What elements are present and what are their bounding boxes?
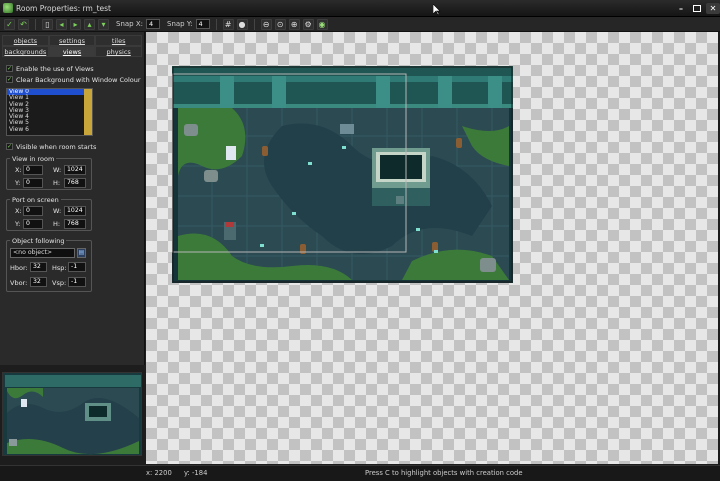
zoom-in-icon[interactable]: ⊕ bbox=[288, 18, 300, 30]
view-x-label: X: bbox=[15, 166, 22, 174]
view-w-input[interactable]: 1024 bbox=[64, 165, 86, 175]
maximize-button[interactable] bbox=[690, 3, 704, 14]
check-icon: ✓ bbox=[6, 143, 13, 150]
enable-views-checkbox[interactable]: ✓ Enable the use of Views bbox=[6, 64, 94, 73]
object-following-title: Object following bbox=[10, 237, 67, 245]
view-y-input[interactable]: 0 bbox=[23, 178, 43, 188]
status-hint: Press C to highlight objects with creati… bbox=[365, 469, 523, 477]
view-y-label: Y: bbox=[15, 179, 21, 187]
vbor-input[interactable]: 32 bbox=[30, 277, 47, 287]
close-button[interactable]: ✕ bbox=[706, 3, 720, 14]
gamemaker-app-icon bbox=[3, 3, 13, 13]
tab-row-top: objects settings tiles bbox=[2, 35, 143, 46]
isometric-icon[interactable]: ● bbox=[236, 18, 248, 30]
grid-icon[interactable]: # bbox=[222, 18, 234, 30]
tab-objects[interactable]: objects bbox=[2, 35, 49, 46]
port-y-input[interactable]: 0 bbox=[23, 219, 43, 229]
vsp-input[interactable]: -1 bbox=[68, 277, 86, 287]
zoom-reset-icon[interactable]: ⊙ bbox=[274, 18, 286, 30]
port-x-input[interactable]: 0 bbox=[23, 206, 43, 216]
hsp-input[interactable]: -1 bbox=[68, 262, 86, 272]
shift-left-icon[interactable]: ◂ bbox=[56, 18, 67, 30]
port-w-input[interactable]: 1024 bbox=[64, 206, 86, 216]
status-x: x: 2200 bbox=[146, 469, 172, 477]
zoom-out-icon[interactable]: ⊖ bbox=[260, 18, 272, 30]
hsp-label: Hsp: bbox=[52, 264, 67, 272]
toolbar: ✓ ↶ ▯ ◂ ▸ ▴ ▾ Snap X: 4 Snap Y: 4 # ● ⊖ … bbox=[0, 17, 720, 32]
title-bar: Room Properties: rm_test – ✕ bbox=[0, 0, 720, 17]
status-bar: x: 2200 y: -184 Press C to highlight obj… bbox=[0, 465, 720, 481]
port-x-label: X: bbox=[15, 207, 22, 215]
port-h-input[interactable]: 768 bbox=[64, 219, 86, 229]
clear-background-label: Clear Background with Window Colour bbox=[16, 75, 141, 84]
port-on-screen-title: Port on screen bbox=[10, 196, 61, 204]
port-w-label: W: bbox=[53, 207, 62, 215]
shift-down-icon[interactable]: ▾ bbox=[98, 18, 109, 30]
view-list[interactable]: View 0 View 1 View 2 View 3 View 4 View … bbox=[6, 88, 93, 136]
room-preview-image bbox=[3, 373, 141, 455]
room-map bbox=[172, 66, 513, 283]
visible-when-room-starts-label: Visible when room starts bbox=[16, 142, 97, 151]
status-y: y: -184 bbox=[184, 469, 208, 477]
port-on-screen-group: Port on screen X: 0 W: 1024 Y: 0 H: 768 bbox=[6, 196, 92, 231]
tab-settings[interactable]: settings bbox=[48, 35, 96, 46]
snap-y-input[interactable]: 4 bbox=[195, 19, 210, 29]
hbor-input[interactable]: 32 bbox=[30, 262, 47, 272]
view-w-label: W: bbox=[53, 166, 62, 174]
port-y-label: Y: bbox=[15, 220, 21, 228]
view-in-room-group: View in room X: 0 W: 1024 Y: 0 H: 768 bbox=[6, 155, 92, 190]
view-list-scrollbar[interactable] bbox=[84, 89, 92, 135]
toolbar-separator bbox=[35, 18, 36, 30]
toolbar-separator bbox=[215, 18, 217, 30]
object-following-select[interactable]: <no object> bbox=[10, 248, 75, 258]
minimize-button[interactable]: – bbox=[674, 3, 688, 14]
window-title: Room Properties: rm_test bbox=[16, 4, 111, 13]
toolbar-separator bbox=[253, 18, 255, 30]
tab-views[interactable]: views bbox=[48, 46, 96, 57]
snap-x-label: Snap X: bbox=[116, 20, 143, 28]
properties-panel: objects settings tiles backgrounds views… bbox=[0, 32, 145, 365]
new-page-icon[interactable]: ▯ bbox=[42, 18, 53, 30]
shift-up-icon[interactable]: ▴ bbox=[84, 18, 95, 30]
enable-views-label: Enable the use of Views bbox=[16, 64, 94, 73]
check-icon: ✓ bbox=[6, 76, 13, 83]
list-item[interactable]: View 6 bbox=[7, 126, 92, 133]
shift-right-icon[interactable]: ▸ bbox=[70, 18, 81, 30]
vsp-label: Vsp: bbox=[52, 279, 67, 287]
vbor-label: Vbor: bbox=[10, 279, 28, 287]
tab-backgrounds[interactable]: backgrounds bbox=[2, 46, 49, 57]
tab-physics[interactable]: physics bbox=[95, 46, 143, 57]
settings-gear-icon[interactable]: ⚙ bbox=[302, 18, 314, 30]
tab-tiles[interactable]: tiles bbox=[95, 35, 143, 46]
gamemaker-ball-icon[interactable]: ◉ bbox=[316, 18, 328, 30]
undo-icon[interactable]: ↶ bbox=[18, 18, 29, 30]
view-h-label: H: bbox=[53, 179, 61, 187]
hbor-label: Hbor: bbox=[10, 264, 28, 272]
clear-background-checkbox[interactable]: ✓ Clear Background with Window Colour bbox=[6, 75, 141, 84]
mouse-cursor-icon bbox=[433, 4, 441, 16]
room-preview-thumbnail[interactable] bbox=[2, 372, 142, 456]
snap-x-input[interactable]: 4 bbox=[146, 19, 160, 29]
room-canvas[interactable] bbox=[146, 32, 718, 464]
visible-when-room-starts-checkbox[interactable]: ✓ Visible when room starts bbox=[6, 142, 96, 151]
view-in-room-title: View in room bbox=[10, 155, 57, 163]
check-icon: ✓ bbox=[6, 65, 13, 72]
snap-y-label: Snap Y: bbox=[167, 20, 193, 28]
view-h-input[interactable]: 768 bbox=[64, 178, 86, 188]
port-h-label: H: bbox=[53, 220, 61, 228]
object-menu-icon[interactable]: ▤ bbox=[77, 248, 86, 258]
tab-row-bottom: backgrounds views physics bbox=[2, 46, 143, 57]
ok-check-icon[interactable]: ✓ bbox=[4, 18, 15, 30]
view-x-input[interactable]: 0 bbox=[23, 165, 43, 175]
